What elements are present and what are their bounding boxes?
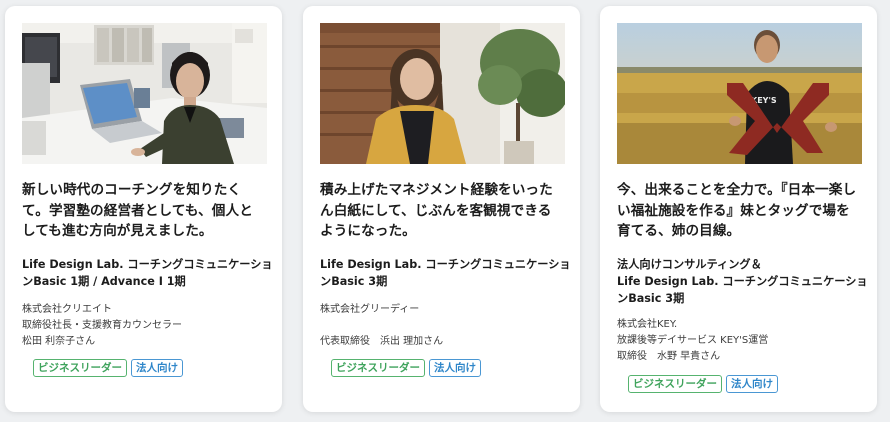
testimonial-headline[interactable]: 積み上げたマネジメント経験をいった ん白紙にして、じぶんを客観視できる ようにな…: [320, 180, 570, 242]
tag-list: ビジネスリーダー 法人向け: [331, 359, 481, 377]
testimonial-card[interactable]: 新しい時代のコーチングを知りたく て。学習塾の経営者としても、個人と しても進む…: [5, 6, 282, 412]
tag-business-leader[interactable]: ビジネスリーダー: [628, 375, 722, 393]
tag-business-leader[interactable]: ビジネスリーダー: [331, 359, 425, 377]
tag-list: ビジネスリーダー 法人向け: [33, 359, 183, 377]
tag-corporate[interactable]: 法人向け: [726, 375, 778, 393]
program-name: 法人向けコンサルティング＆ Life Design Lab. コーチングコミュニ…: [617, 258, 868, 305]
company-info: 株式会社グリーディー 代表取締役 浜出 理加さん: [320, 304, 444, 347]
program-name: Life Design Lab. コーチングコミュニケーショ ンBasic 1期…: [22, 258, 273, 288]
testimonial-headline[interactable]: 新しい時代のコーチングを知りたく て。学習塾の経営者としても、個人と しても進む…: [22, 180, 272, 242]
tag-corporate[interactable]: 法人向け: [429, 359, 481, 377]
tag-list: ビジネスリーダー 法人向け: [628, 375, 778, 393]
tag-corporate[interactable]: 法人向け: [131, 359, 183, 377]
testimonial-headline[interactable]: 今、出来ることを全力で。『日本一楽し い福祉施設を作る』妹とタッグで場を 育てる…: [617, 180, 867, 242]
photo-image: KEY'S: [617, 23, 862, 164]
photo-image: [320, 23, 565, 164]
program-name: Life Design Lab. コーチングコミュニケーショ ンBasic 3期: [320, 258, 571, 288]
photo-woman-at-desk[interactable]: [22, 23, 267, 164]
tag-business-leader[interactable]: ビジネスリーダー: [33, 359, 127, 377]
photo-image: [22, 23, 267, 164]
photo-woman-yellow-cardigan[interactable]: [320, 23, 565, 164]
testimonial-cards: 新しい時代のコーチングを知りたく て。学習塾の経営者としても、個人と しても進む…: [0, 0, 890, 422]
photo-man-in-rice-field[interactable]: KEY'S: [617, 23, 862, 164]
company-info: 株式会社クリエイト 取締役社長・支援教育カウンセラー 松田 利奈子さん: [22, 304, 182, 347]
testimonial-card[interactable]: KEY'S 今、出来ることを全力で。『日本一楽し い福祉施設を作る』妹とタッグで…: [600, 6, 877, 412]
company-info: 株式会社KEY. 放課後等デイサービス KEY'S運営 取締役 水野 早貴さん: [617, 319, 769, 362]
testimonial-card[interactable]: 積み上げたマネジメント経験をいった ん白紙にして、じぶんを客観視できる ようにな…: [303, 6, 580, 412]
